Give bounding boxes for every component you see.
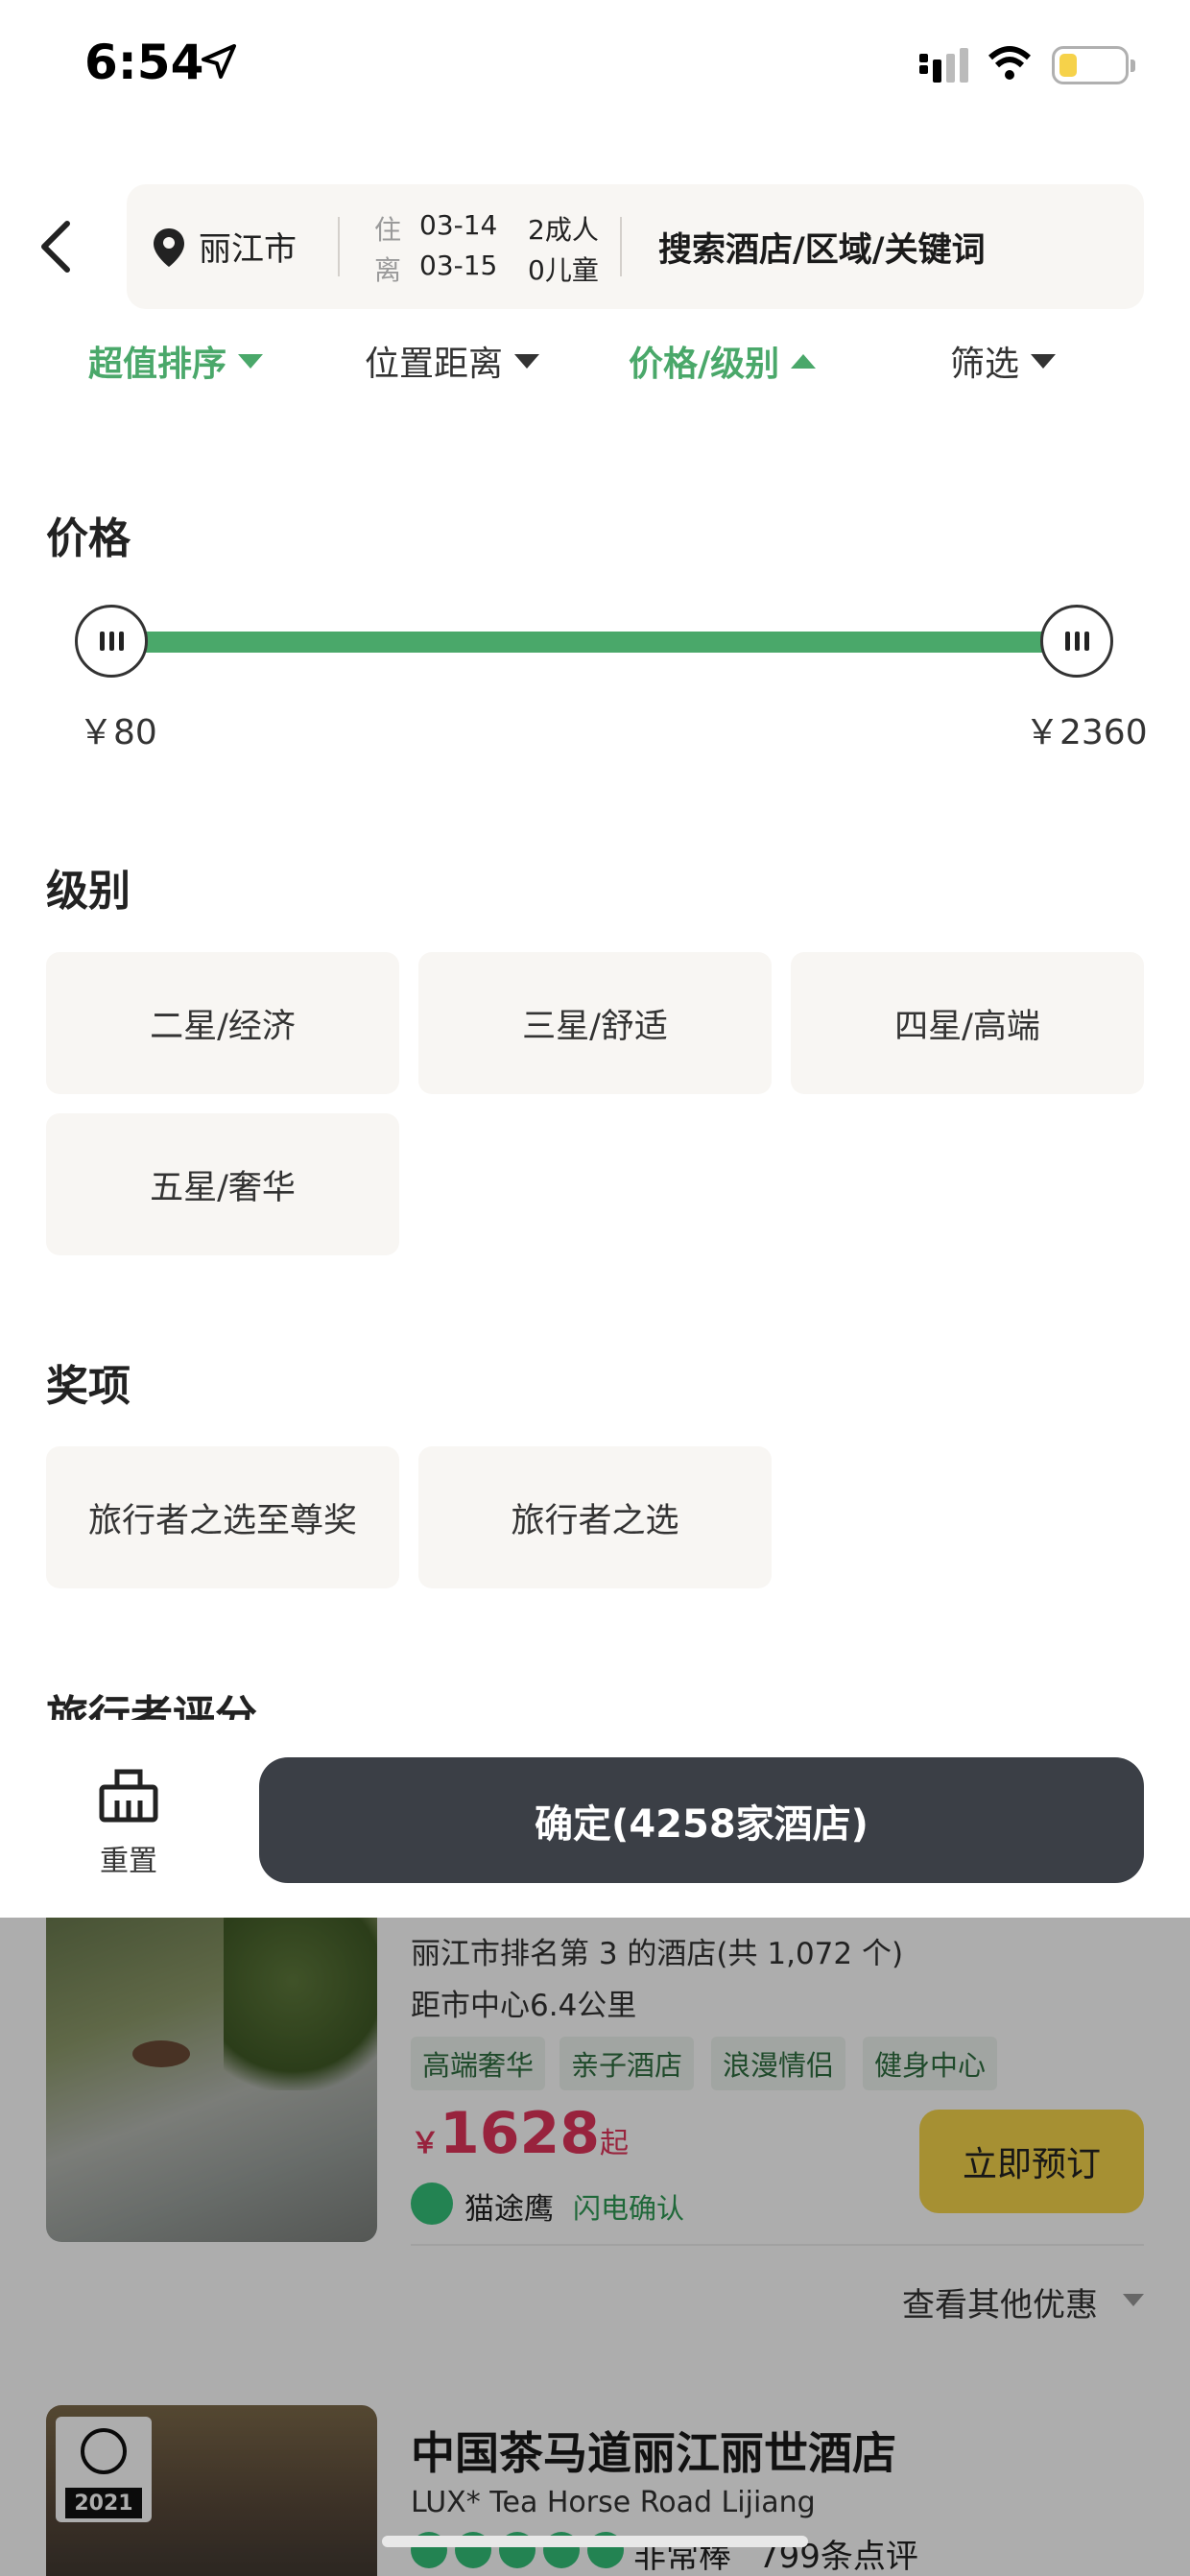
level-option[interactable]: 五星/奢华 [46, 1113, 399, 1255]
award-option[interactable]: 旅行者之选至尊奖 [46, 1446, 399, 1588]
location-arrow-icon [202, 44, 236, 79]
tab-sort-value[interactable]: 超值排序 [88, 336, 264, 386]
city-selector[interactable]: 丽江市 [199, 223, 297, 270]
children-count[interactable]: 0儿童 [528, 250, 599, 288]
level-option[interactable]: 三星/舒适 [418, 952, 772, 1094]
checkin-label: 住 [374, 214, 402, 246]
cellular-signal-icon [919, 48, 968, 83]
map-pin-icon [154, 228, 184, 267]
reset-button[interactable]: 重置 [84, 1768, 173, 1879]
price-max-handle[interactable] [1040, 605, 1113, 678]
tab-label: 超值排序 [88, 345, 227, 384]
battery-icon [1052, 46, 1135, 84]
status-bar: 6:54 [0, 0, 1190, 134]
reset-label: 重置 [100, 1845, 157, 1878]
chevron-left-icon [41, 221, 70, 273]
level-section-title: 级别 [46, 867, 131, 916]
wifi-icon [988, 46, 1031, 80]
caret-down-icon [238, 353, 264, 369]
award-option[interactable]: 旅行者之选 [418, 1446, 772, 1588]
divider [620, 217, 622, 276]
divider [338, 217, 340, 276]
checkout-label: 离 [374, 254, 402, 286]
status-time: 6:54 [84, 35, 204, 90]
confirm-button[interactable]: 确定(4258家酒店) [259, 1757, 1144, 1883]
level-option[interactable]: 四星/高端 [791, 952, 1144, 1094]
sort-filter-tabs: 超值排序 位置距离 价格/级别 筛选 [0, 336, 1190, 403]
price-min-handle[interactable] [75, 605, 148, 678]
reset-icon [99, 1769, 158, 1823]
price-max-label: ￥2360 [1025, 713, 1148, 752]
home-indicator[interactable] [382, 2536, 808, 2547]
caret-down-icon [1031, 353, 1057, 369]
price-min-label: ￥80 [79, 713, 157, 752]
checkout-date[interactable]: 03-15 [419, 250, 497, 281]
modal-overlay[interactable] [0, 1918, 1190, 2576]
tab-label: 筛选 [950, 345, 1020, 384]
search-bar[interactable]: 丽江市 住 03-14 离 03-15 2成人 0儿童 搜索酒店/区域/关键词 [127, 184, 1144, 309]
tab-label: 位置距离 [365, 345, 504, 384]
filter-footer: 重置 确定(4258家酒店) [0, 1724, 1190, 1918]
price-section-title: 价格 [46, 514, 131, 563]
price-slider-track[interactable] [110, 632, 1080, 653]
tab-location-distance[interactable]: 位置距离 [365, 336, 540, 386]
back-button[interactable] [36, 213, 84, 280]
tab-label: 价格/级别 [629, 345, 780, 384]
tab-filter[interactable]: 筛选 [950, 336, 1057, 386]
caret-up-icon [791, 353, 817, 369]
adults-count[interactable]: 2成人 [528, 209, 599, 248]
caret-down-icon [514, 353, 540, 369]
awards-section-title: 奖项 [46, 1362, 131, 1411]
rating-section-title: 旅行者评分 [46, 1692, 257, 1720]
tab-price-level[interactable]: 价格/级别 [629, 336, 817, 386]
checkin-date[interactable]: 03-14 [419, 209, 497, 241]
level-option[interactable]: 二星/经济 [46, 952, 399, 1094]
search-input[interactable]: 搜索酒店/区域/关键词 [658, 223, 986, 272]
